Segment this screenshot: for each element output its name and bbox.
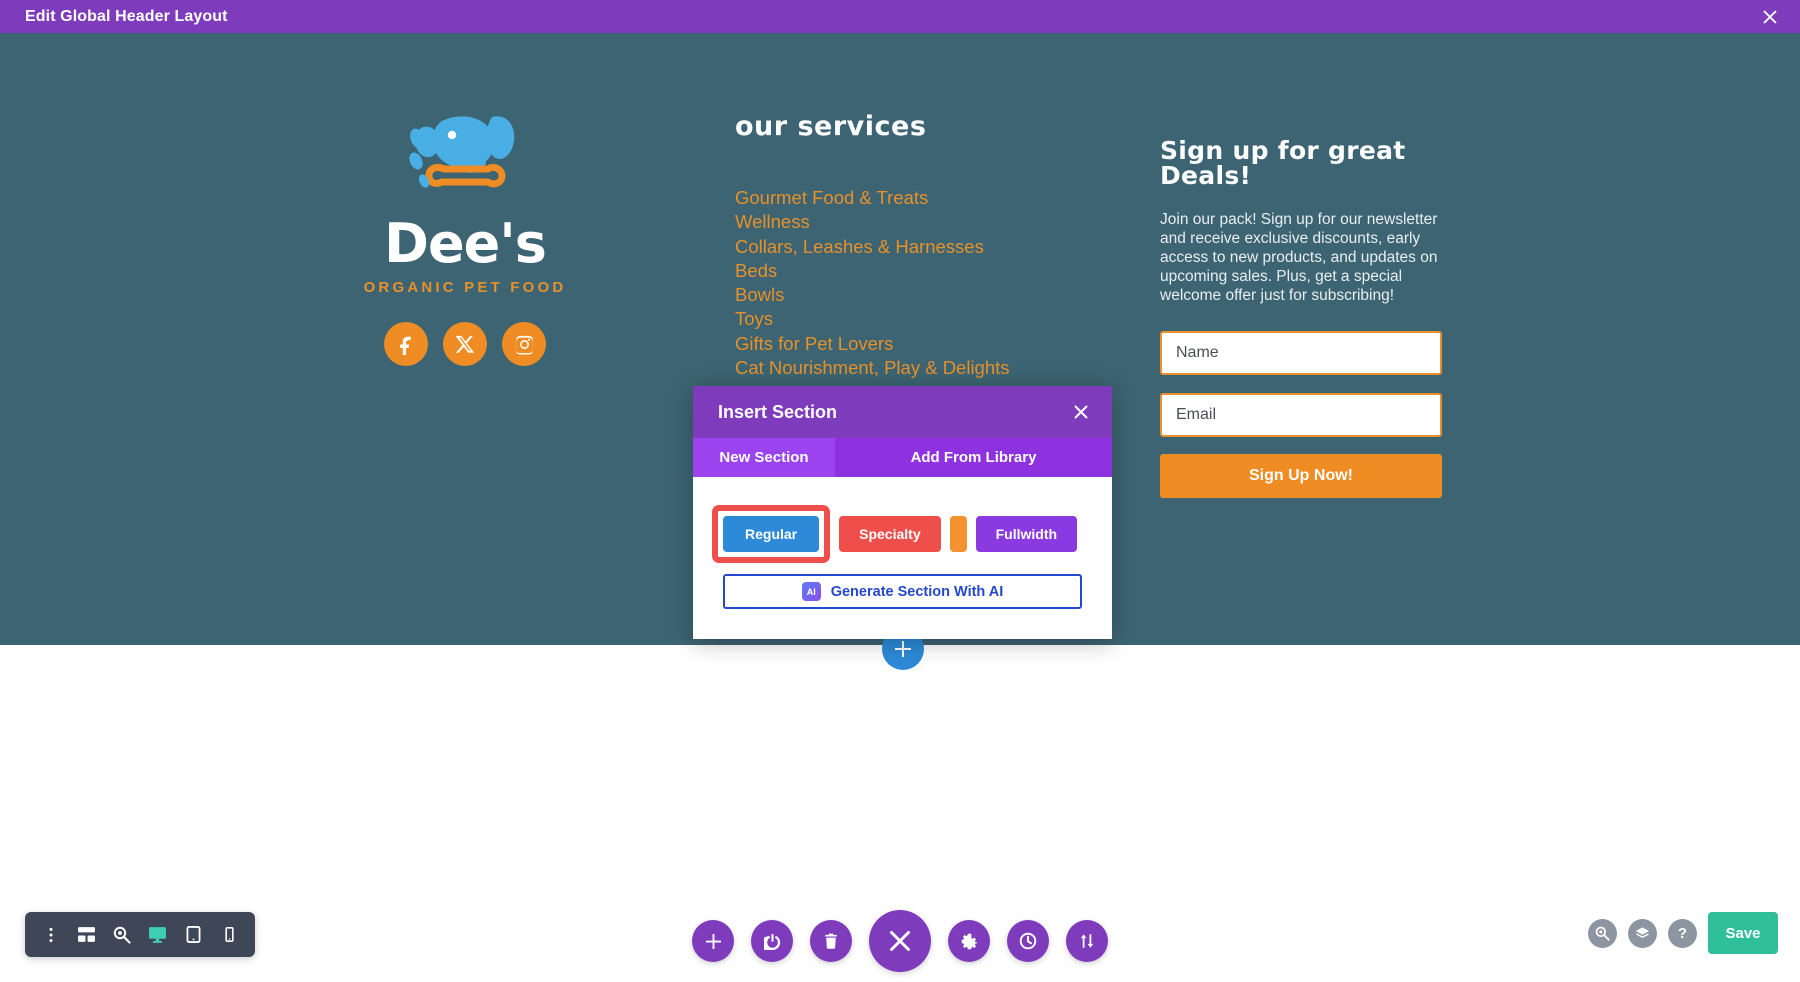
regular-section-button[interactable]: Regular	[723, 516, 820, 552]
editor-action-bar	[0, 910, 1800, 972]
services-heading: our Services	[735, 111, 927, 142]
signup-column: Sign up for great Deals! Join our pack! …	[1160, 138, 1450, 498]
x-twitter-icon[interactable]	[443, 322, 487, 366]
list-item[interactable]: Gifts for Pet Lovers	[735, 332, 1155, 356]
history-clock-icon[interactable]	[1007, 920, 1049, 962]
signup-description: Join our pack! Sign up for our newslette…	[1160, 211, 1438, 304]
signup-heading: Sign up for great Deals!	[1160, 136, 1406, 190]
logo-wordmark: Dee's	[384, 212, 547, 275]
close-icon[interactable]	[869, 910, 931, 972]
power-icon[interactable]	[751, 920, 793, 962]
sort-updown-icon[interactable]	[1066, 920, 1108, 962]
list-item[interactable]: Bowls	[735, 283, 1155, 307]
name-field-placeholder: Name	[1176, 344, 1219, 361]
save-button[interactable]: Save	[1708, 912, 1778, 954]
close-icon[interactable]	[1760, 7, 1780, 27]
generate-section-with-ai-button[interactable]: AI Generate Section With AI	[723, 574, 1082, 609]
ai-icon: AI	[801, 582, 821, 601]
fullwidth-section-button[interactable]: Fullwidth	[975, 516, 1078, 552]
list-item[interactable]: Toys	[735, 307, 1155, 331]
insert-section-modal: Insert Section New Section Add From Libr…	[693, 386, 1112, 639]
footer-logo-column: Dee's ORGANIC PET FOOD	[330, 103, 600, 366]
modal-title: Insert Section	[718, 401, 838, 422]
list-item[interactable]: Beds	[735, 259, 1155, 283]
regular-highlight-ring: Regular	[712, 505, 831, 563]
social-links	[330, 322, 600, 366]
add-icon[interactable]	[692, 920, 734, 962]
settings-gear-icon[interactable]	[948, 920, 990, 962]
modal-header: Insert Section	[693, 386, 1112, 438]
email-field-placeholder: Email	[1176, 406, 1217, 423]
specialty-section-button[interactable]: Specialty	[839, 516, 941, 552]
list-item[interactable]: Collars, Leashes & Harnesses	[735, 235, 1155, 259]
signup-submit-button[interactable]: Sign Up Now!	[1160, 454, 1442, 498]
modal-body: Regular Specialty Fullwidth AI Generate …	[693, 477, 1112, 639]
services-column: our Services Gourmet Food & Treats Welln…	[735, 111, 1155, 380]
section-type-row: Regular Specialty Fullwidth	[712, 505, 1082, 563]
services-list: Gourmet Food & Treats Wellness Collars, …	[735, 186, 1155, 380]
instagram-icon[interactable]	[502, 322, 546, 366]
page-title: Edit Global Header Layout	[25, 7, 228, 25]
orange-section-button[interactable]	[949, 516, 967, 552]
modal-tabs: New Section Add From Library	[693, 438, 1112, 477]
layers-icon[interactable]	[1628, 918, 1657, 948]
facebook-icon[interactable]	[384, 322, 428, 366]
search-zoom-icon[interactable]	[1588, 918, 1617, 948]
list-item[interactable]: Cat Nourishment, Play & Delights	[735, 356, 1155, 380]
list-item[interactable]: Gourmet Food & Treats	[735, 186, 1155, 210]
name-field[interactable]: Name	[1160, 331, 1442, 375]
close-icon[interactable]	[1072, 403, 1090, 421]
tab-new-section[interactable]: New Section	[693, 438, 835, 477]
help-icon[interactable]: ?	[1668, 918, 1697, 948]
tab-add-from-library[interactable]: Add From Library	[835, 438, 1112, 477]
editor-title-bar: Edit Global Header Layout	[0, 0, 1800, 33]
email-field[interactable]: Email	[1160, 393, 1442, 437]
logo-tagline: ORGANIC PET FOOD	[363, 279, 567, 296]
trash-icon[interactable]	[810, 920, 852, 962]
help-question-mark: ?	[1677, 924, 1688, 942]
editor-utility-bar: ? Save	[1588, 912, 1778, 954]
dog-logo-icon	[409, 116, 515, 188]
generate-ai-label: Generate Section With AI	[830, 583, 1004, 600]
plus-icon	[895, 641, 911, 657]
list-item[interactable]: Wellness	[735, 210, 1155, 234]
